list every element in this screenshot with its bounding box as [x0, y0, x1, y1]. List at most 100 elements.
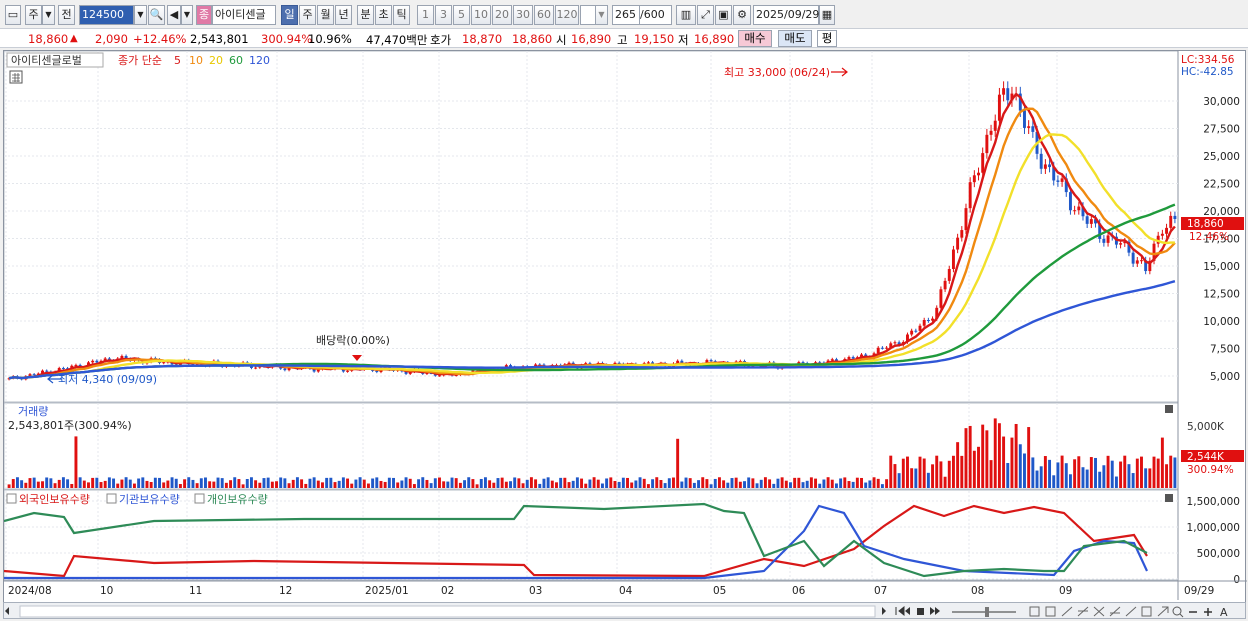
fast-forward-icon[interactable] [930, 607, 940, 615]
volume-bar [676, 438, 680, 488]
volume-bar [1077, 456, 1081, 488]
stock-code-input[interactable]: 124500 [79, 5, 134, 25]
prev-button[interactable]: 전 [58, 5, 75, 25]
speaker-icon[interactable]: ◀ [167, 5, 181, 25]
interval-5[interactable]: 5 [453, 5, 470, 25]
interval-1[interactable]: 1 [417, 5, 434, 25]
volume-bar [1135, 458, 1139, 488]
volume-bar [738, 481, 742, 488]
period-minute[interactable]: 분 [357, 5, 374, 25]
code-dropdown-icon[interactable]: ▼ [134, 5, 147, 25]
tool-fibo-icon[interactable] [1109, 606, 1121, 617]
period-week[interactable]: 주 [299, 5, 316, 25]
volume-bar [504, 481, 508, 488]
tool-rect-icon[interactable] [1029, 606, 1040, 617]
volume-bar [575, 477, 579, 488]
tool-cross-icon[interactable] [1093, 606, 1105, 617]
volume-bar [1160, 437, 1164, 488]
magnifier-icon[interactable] [1172, 606, 1182, 616]
ma-legend-title[interactable]: 종가 단순 [118, 54, 162, 67]
volume-bar [688, 478, 692, 488]
tool-trend-icon[interactable] [1077, 606, 1089, 617]
speaker-dropdown-icon[interactable]: ▼ [181, 5, 193, 25]
volume-bar [977, 446, 980, 488]
data-count-input[interactable]: 265 [612, 5, 640, 25]
volume-panel-close-icon[interactable] [1165, 405, 1173, 413]
volume-bar [529, 477, 533, 488]
scroll-track[interactable] [19, 605, 876, 618]
ma-legend-5[interactable]: 5 [174, 54, 181, 67]
candle-body [893, 342, 897, 344]
tool-box-icon[interactable] [1141, 606, 1152, 617]
ma-legend-120[interactable]: 120 [249, 54, 270, 67]
price-change: 2,090 [95, 32, 128, 46]
volume-bar [178, 484, 182, 488]
volume-bar [11, 479, 15, 488]
interval-120[interactable]: 120 [555, 5, 579, 25]
settings-gear-icon[interactable]: ⚙ [733, 5, 751, 25]
volume-bar [851, 481, 855, 488]
individual-holding-legend[interactable]: 개인보유수량 [207, 493, 268, 506]
interval-60[interactable]: 60 [534, 5, 554, 25]
step-back-icon[interactable] [905, 607, 910, 615]
indicator-icon[interactable]: ⤢ [697, 5, 714, 25]
holding-panel-close-icon[interactable] [1165, 494, 1173, 502]
interval-10[interactable]: 10 [471, 5, 491, 25]
stop-icon[interactable] [917, 608, 924, 615]
volume-bar [525, 479, 529, 488]
institution-holding-legend[interactable]: 기관보유수량 [119, 493, 180, 506]
ma-legend-60[interactable]: 60 [229, 54, 243, 67]
volume-bar [701, 477, 705, 488]
volume-bar [304, 483, 308, 488]
volume-bar [1131, 473, 1135, 488]
window-menu-icon[interactable]: ▭ [5, 5, 21, 25]
period-day[interactable]: 일 [281, 5, 298, 25]
volume-bar [713, 478, 717, 488]
volume-title[interactable]: 거래량 [18, 405, 48, 418]
period-month[interactable]: 월 [317, 5, 334, 25]
stock-legend-name[interactable]: 아이티센글로벌 [11, 54, 82, 67]
volume-bar [220, 478, 224, 488]
save-icon[interactable]: ▣ [715, 5, 732, 25]
scroll-right-icon[interactable] [882, 607, 886, 615]
volume-bar [1127, 464, 1131, 488]
buy-button[interactable]: 매수 [738, 30, 772, 47]
volume-bar [170, 477, 174, 488]
scroll-start-icon[interactable] [895, 605, 905, 617]
calendar-icon[interactable]: ▦ [819, 5, 835, 25]
volume-bar [1148, 468, 1152, 488]
chart-type-icon[interactable]: ▥ [676, 5, 696, 25]
tool-arrow-icon[interactable] [1157, 606, 1169, 617]
high-label: 고 [617, 33, 628, 47]
period-year[interactable]: 년 [335, 5, 352, 25]
chart-area[interactable]: 아이티센글로벌 종가 단순 5 10 20 60 120 최고 33,000 (… [3, 50, 1247, 603]
scroll-left-icon[interactable] [5, 607, 9, 615]
period-tick[interactable]: 틱 [393, 5, 410, 25]
zoom-slider-handle[interactable] [985, 607, 989, 617]
tool-line-icon[interactable] [1061, 606, 1073, 617]
zoom-in-icon[interactable] [1204, 608, 1212, 616]
auto-scale-icon[interactable]: A [1220, 606, 1228, 619]
market-select[interactable]: 주 [25, 5, 42, 25]
search-icon[interactable]: 🔍 [148, 5, 165, 25]
ma-legend-20[interactable]: 20 [209, 54, 223, 67]
ma-legend-10[interactable]: 10 [189, 54, 203, 67]
market-dropdown-icon[interactable]: ▼ [42, 5, 55, 25]
interval-20[interactable]: 20 [492, 5, 512, 25]
volume-bar [233, 477, 237, 488]
volume-bar [199, 478, 203, 488]
date-input[interactable]: 2025/09/29 [753, 5, 819, 25]
tool-copy-icon[interactable] [1045, 606, 1056, 617]
eval-button[interactable]: 평 [817, 30, 837, 47]
tool-ray-icon[interactable] [1125, 606, 1137, 617]
interval-30[interactable]: 30 [513, 5, 533, 25]
volume-bar [939, 461, 943, 488]
foreign-holding-legend[interactable]: 외국인보유수량 [19, 493, 90, 506]
interval-3[interactable]: 3 [435, 5, 452, 25]
sell-button[interactable]: 매도 [778, 30, 812, 47]
volume-bar [621, 477, 625, 488]
low-annotation: 최저 4,340 (09/09) [58, 373, 157, 386]
period-second[interactable]: 초 [375, 5, 392, 25]
interval-dropdown-icon[interactable]: ▼ [595, 5, 608, 25]
volume-bar [78, 477, 82, 488]
